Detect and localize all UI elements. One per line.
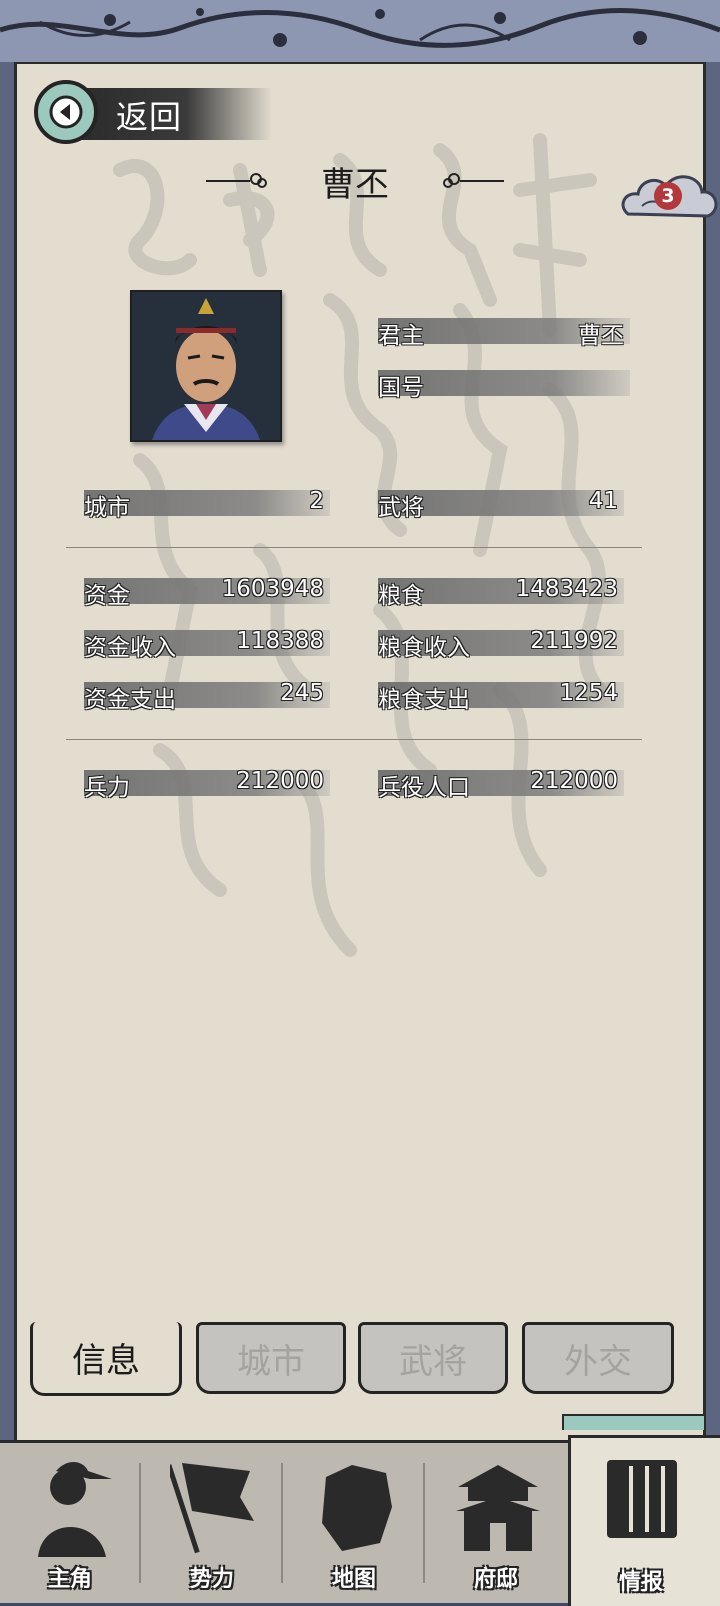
nav-item-protagonist[interactable]: 主角 — [0, 1443, 140, 1603]
funds-row: 资金 1603948 — [84, 576, 330, 609]
nav-item-intel[interactable]: 情报 — [568, 1435, 720, 1606]
nav-item-faction[interactable]: 势力 — [142, 1443, 282, 1603]
lord-label: 君主 — [378, 323, 424, 349]
conscript-row: 兵役人口 212000 — [378, 768, 624, 801]
nation-label: 国号 — [378, 375, 424, 401]
funds-expense-label: 资金支出 — [84, 687, 176, 713]
grain-row: 粮食 1483423 — [378, 576, 624, 609]
conscript-label: 兵役人口 — [378, 775, 470, 801]
grain-income-row: 粮食收入 211992 — [378, 628, 624, 661]
grain-income-value: 211992 — [530, 628, 618, 654]
sub-tab-bar: 信息 城市 武将 外交 — [14, 1322, 706, 1402]
ruler-portrait[interactable] — [130, 290, 282, 442]
nav-label: 府邸 — [473, 1567, 518, 1592]
ornament-right-icon — [443, 173, 504, 188]
funds-income-value: 118388 — [236, 628, 324, 654]
nav-item-mansion[interactable]: 府邸 — [426, 1443, 566, 1603]
top-decorative-band — [0, 0, 720, 65]
grain-expense-row: 粮食支出 1254 — [378, 680, 624, 713]
nav-item-map[interactable]: 地图 — [284, 1443, 424, 1603]
city-label: 城市 — [84, 495, 130, 521]
nav-label: 势力 — [189, 1567, 234, 1592]
title-bar: 曹丕 — [200, 155, 510, 205]
flag-icon — [170, 1463, 254, 1554]
troops-label: 兵力 — [84, 775, 130, 801]
lord-value: 曹丕 — [578, 323, 624, 349]
nav-label: 情报 — [618, 1570, 663, 1595]
city-row: 城市 2 — [84, 488, 330, 521]
funds-expense-value: 245 — [280, 680, 324, 706]
tab-generals[interactable]: 武将 — [358, 1322, 508, 1394]
grain-expense-value: 1254 — [559, 680, 618, 706]
troops-row: 兵力 212000 — [84, 768, 330, 801]
scroll-icon — [607, 1460, 677, 1538]
city-value: 2 — [309, 488, 324, 514]
funds-label: 资金 — [84, 583, 130, 609]
right-frame — [706, 62, 720, 1462]
back-arrow-icon — [34, 80, 98, 144]
grain-expense-label: 粮食支出 — [378, 687, 470, 713]
mansion-icon — [456, 1465, 540, 1551]
divider — [66, 547, 642, 548]
conscript-value: 212000 — [530, 768, 618, 794]
troops-value: 212000 — [236, 768, 324, 794]
map-icon — [322, 1465, 392, 1551]
nav-label: 主角 — [47, 1567, 92, 1592]
decorative-green-strip — [562, 1414, 706, 1430]
tab-info[interactable]: 信息 — [30, 1322, 182, 1396]
paper-panel — [14, 64, 706, 1444]
grain-label: 粮食 — [378, 583, 424, 609]
grain-income-label: 粮食收入 — [378, 635, 470, 661]
nav-label: 地图 — [331, 1567, 376, 1592]
divider — [66, 739, 642, 740]
left-frame — [0, 62, 14, 1462]
notification-badge: 3 — [654, 182, 682, 210]
grain-value: 1483423 — [515, 576, 618, 602]
funds-income-label: 资金收入 — [84, 635, 176, 661]
back-button[interactable]: 返回 — [34, 80, 272, 148]
general-label: 武将 — [378, 495, 424, 521]
funds-value: 1603948 — [221, 576, 324, 602]
lord-row: 君主 曹丕 — [378, 316, 630, 349]
general-row: 武将 41 — [378, 488, 624, 521]
tab-cities[interactable]: 城市 — [196, 1322, 346, 1394]
back-label: 返回 — [116, 98, 183, 136]
tab-diplomacy[interactable]: 外交 — [522, 1322, 674, 1394]
general-value: 41 — [588, 488, 618, 514]
nation-row: 国号 — [378, 368, 630, 401]
funds-income-row: 资金收入 118388 — [84, 628, 330, 661]
bottom-nav: 主角 势力 地图 府邸 情报 — [0, 1435, 720, 1606]
portrait-avatar-icon — [132, 292, 280, 440]
warrior-icon — [38, 1461, 112, 1557]
funds-expense-row: 资金支出 245 — [84, 680, 330, 713]
